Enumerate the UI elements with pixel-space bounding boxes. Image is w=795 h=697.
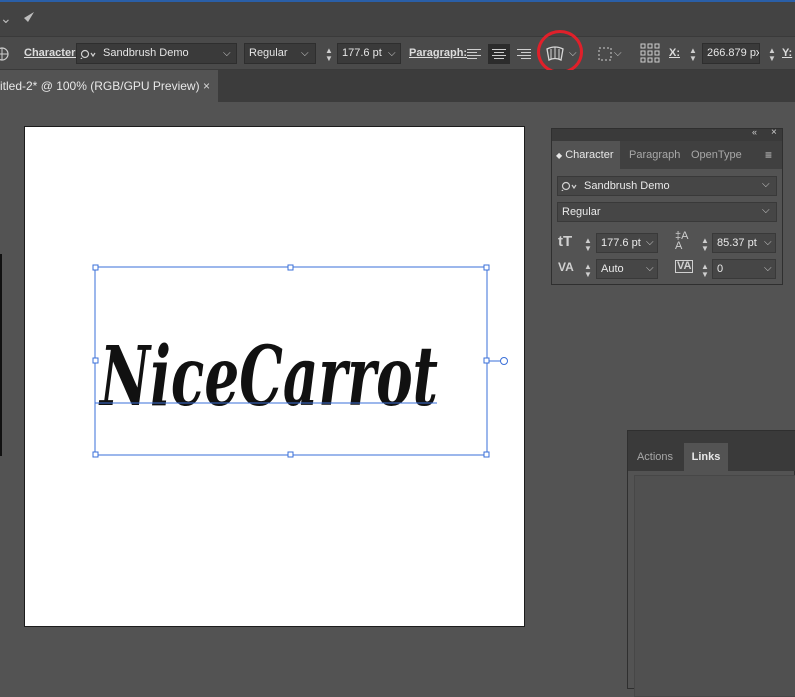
align-left-button[interactable]	[463, 44, 485, 64]
leading-stepper[interactable]: ▲ ▼	[700, 237, 710, 253]
chevron-down-icon[interactable]: ⌵	[646, 263, 654, 274]
x-position-field[interactable]: 266.879 px	[702, 43, 760, 64]
search-icon	[80, 49, 96, 59]
x-position-value: 266.879 px	[707, 47, 760, 59]
font-family-field[interactable]: Sandbrush Demo	[76, 43, 237, 64]
panel-font-family-field[interactable]: Sandbrush Demo	[557, 176, 777, 196]
chevron-down-icon[interactable]: ⌵	[388, 48, 396, 59]
paragraph-label[interactable]: Paragraph:	[409, 47, 467, 59]
control-bar: Character: Sandbrush Demo ⌵ Regular ⌵ ▲ ▼…	[0, 30, 795, 74]
chevron-down-icon[interactable]: ⌄	[0, 10, 12, 27]
resize-handle[interactable]	[483, 264, 490, 271]
resize-handle[interactable]	[483, 357, 490, 364]
tab-links[interactable]: Links	[684, 443, 728, 471]
tab-reorder-icon: ◆	[556, 151, 563, 160]
chevron-down-icon[interactable]: ⌵	[764, 237, 772, 248]
offscreen-object-edge	[0, 254, 2, 456]
leading-icon: ‡A A	[675, 230, 689, 252]
close-tab-button[interactable]: ×	[203, 70, 210, 102]
panel-font-size-stepper[interactable]: ▲ ▼	[583, 237, 593, 253]
collapse-icon[interactable]: «	[752, 127, 757, 137]
tab-actions[interactable]: Actions	[628, 443, 682, 471]
resize-handle[interactable]	[92, 451, 99, 458]
font-size-value: 177.6 pt	[342, 47, 382, 59]
character-panel: « × ◆ Character Paragraph OpenType ≡ San…	[551, 127, 783, 285]
app-menu-bar: ⌄	[0, 0, 795, 36]
artboard-text[interactable]: NiceCarrot	[98, 329, 438, 425]
panel-menu-icon[interactable]: ≡	[765, 148, 772, 162]
chevron-down-icon[interactable]: ⌵	[301, 48, 309, 59]
chevron-down-icon[interactable]: ⌵	[764, 263, 772, 274]
character-panel-tabs: ◆ Character Paragraph OpenType ≡	[552, 141, 782, 169]
kerning-stepper[interactable]: ▲ ▼	[583, 263, 593, 279]
rocket-icon[interactable]	[18, 10, 38, 28]
y-stepper[interactable]: ▲ ▼	[767, 47, 777, 63]
resize-handle[interactable]	[287, 451, 294, 458]
kerning-icon: VA	[558, 260, 574, 274]
align-center-button[interactable]	[488, 44, 510, 64]
y-label: Y:	[782, 47, 793, 59]
highlight-circle	[537, 30, 583, 74]
panel-font-style-field[interactable]: Regular	[557, 202, 777, 222]
chevron-down-icon[interactable]: ⌵	[762, 179, 770, 190]
globe-icon[interactable]	[0, 46, 10, 62]
character-label[interactable]: Character:	[24, 47, 79, 59]
tracking-icon: VA	[675, 260, 694, 273]
font-size-stepper[interactable]: ▲ ▼	[324, 47, 334, 63]
resize-handle[interactable]	[287, 264, 294, 271]
chevron-down-icon[interactable]: ⌵	[762, 205, 770, 216]
reference-point-icon[interactable]	[640, 43, 660, 63]
chevron-down-icon[interactable]: ⌵	[614, 48, 622, 59]
font-style-value: Regular	[249, 47, 288, 59]
font-family-value: Sandbrush Demo	[103, 47, 189, 59]
tab-opentype[interactable]: OpenType	[691, 141, 751, 169]
x-label: X:	[669, 47, 680, 59]
tab-paragraph[interactable]: Paragraph	[629, 141, 689, 169]
chevron-down-icon[interactable]: ⌵	[223, 48, 231, 59]
chevron-down-icon[interactable]: ⌵	[646, 237, 654, 248]
transform-icon[interactable]	[597, 46, 613, 62]
tab-character[interactable]: ◆ Character	[552, 141, 620, 169]
document-tab-title: itled-2* @ 100% (RGB/GPU Preview)	[0, 79, 200, 93]
document-tab[interactable]: itled-2* @ 100% (RGB/GPU Preview) ×	[0, 70, 218, 102]
resize-handle[interactable]	[92, 264, 99, 271]
text-out-port[interactable]	[500, 357, 508, 365]
font-size-icon: tT	[558, 233, 573, 250]
x-stepper[interactable]: ▲ ▼	[688, 47, 698, 63]
links-panel-tabs: Actions Links	[628, 431, 795, 471]
resize-handle[interactable]	[92, 357, 99, 364]
text-object[interactable]: NiceCarrot	[90, 262, 515, 462]
resize-handle[interactable]	[483, 451, 490, 458]
align-right-button[interactable]	[513, 44, 535, 64]
close-icon[interactable]: ×	[771, 127, 777, 138]
search-icon	[561, 181, 577, 191]
links-list[interactable]	[634, 475, 795, 697]
tracking-stepper[interactable]: ▲ ▼	[700, 263, 710, 279]
panel-header: « ×	[552, 127, 782, 141]
links-panel: Actions Links	[627, 430, 795, 697]
